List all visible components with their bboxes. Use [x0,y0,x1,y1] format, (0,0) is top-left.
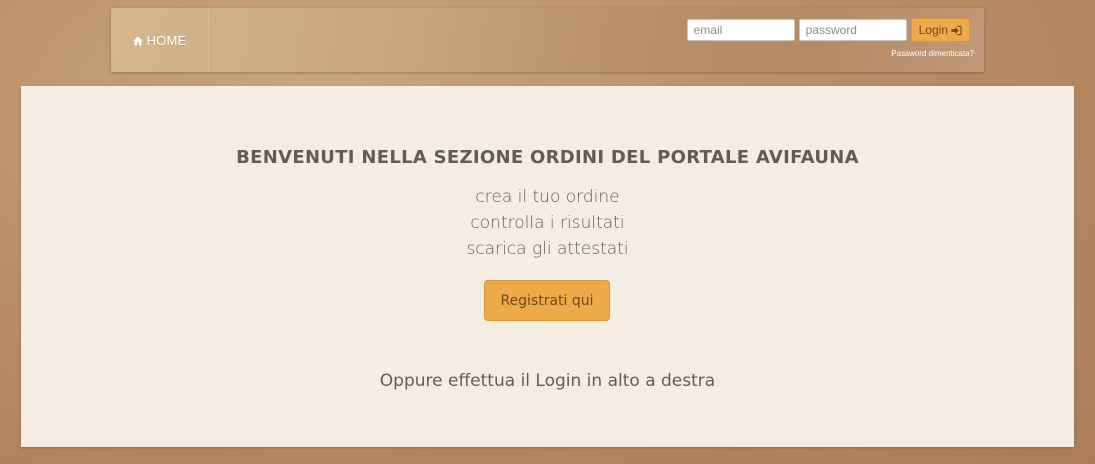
nav-home-link[interactable]: HOME [111,8,209,72]
feature-list: crea il tuo ordine controlla i risultati… [21,184,1074,262]
main-panel: BENVENUTI NELLA SEZIONE ORDINI DEL PORTA… [21,86,1074,447]
home-icon [132,36,143,46]
alt-login-text: Oppure effettua il Login in alto a destr… [379,371,716,391]
top-navbar: HOME Login Password dimenticata? [111,8,984,72]
nav-home-label: HOME [146,32,187,48]
login-form: Login [686,18,970,42]
welcome-title: BENVENUTI NELLA SEZIONE ORDINI DEL PORTA… [236,147,859,168]
forgot-password-link[interactable]: Password dimenticata? [891,49,974,58]
password-input[interactable] [798,19,907,41]
feature-item-create-order: crea il tuo ordine [475,187,620,207]
login-button-label: Login [918,23,948,37]
feature-item-check-results: controlla i risultati [470,213,625,233]
register-button[interactable]: Registrati qui [484,280,610,321]
login-button[interactable]: Login [910,18,970,42]
feature-item-download-certificates: scarica gli attestati [466,239,629,259]
sign-in-icon [951,25,962,35]
email-input[interactable] [686,19,795,41]
